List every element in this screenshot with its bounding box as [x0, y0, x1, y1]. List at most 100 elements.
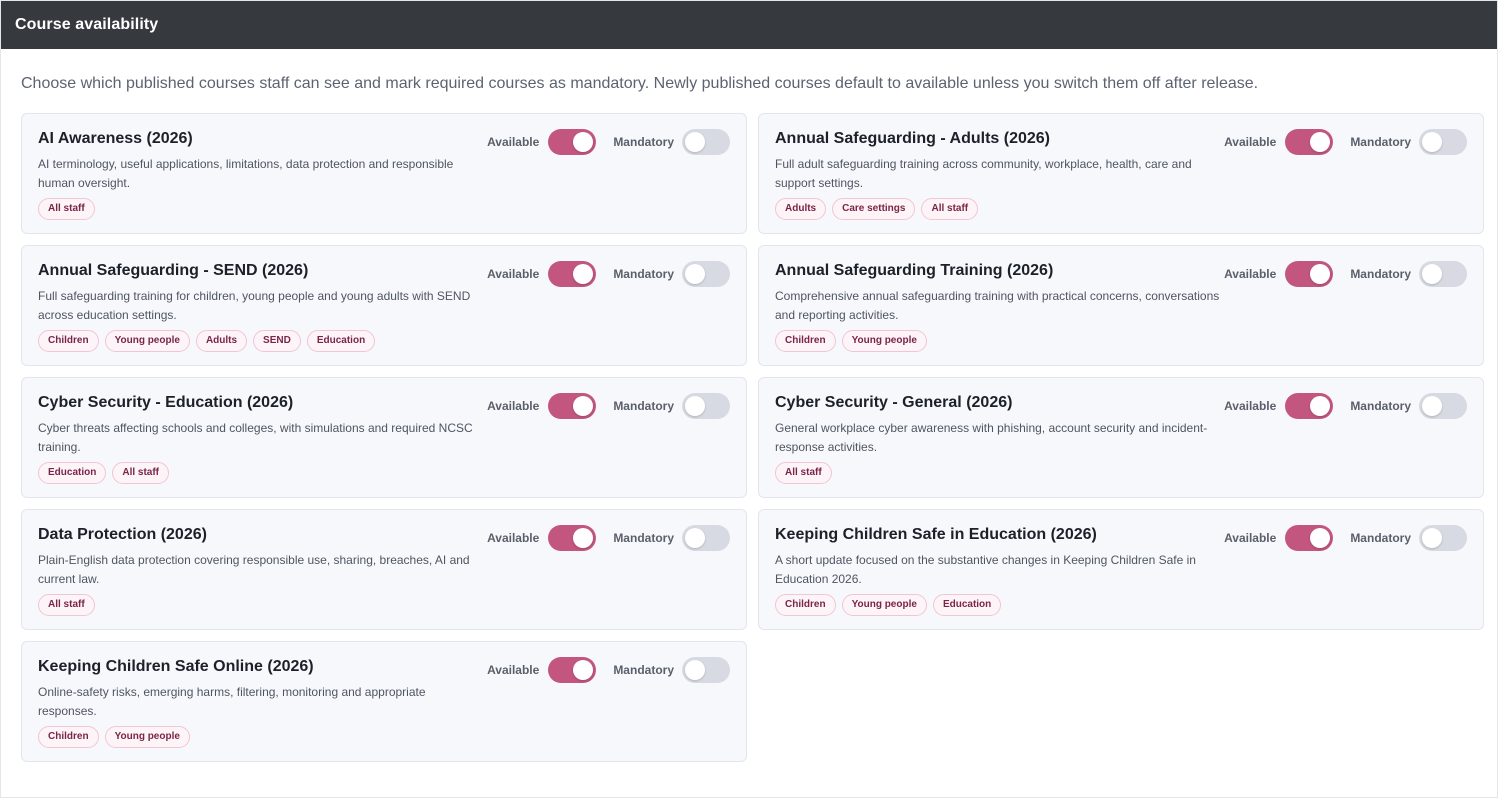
toggle-knob [1310, 528, 1331, 548]
course-controls: Available Mandatory [1224, 525, 1467, 551]
audience-tag: Young people [104, 726, 190, 748]
audience-tag: All staff [775, 462, 832, 484]
course-controls: Available Mandatory [1224, 129, 1467, 155]
toggle-knob [1310, 396, 1331, 416]
toggle-knob [685, 660, 705, 680]
mandatory-label: Mandatory [613, 267, 674, 281]
available-label: Available [487, 267, 540, 281]
available-toggle[interactable] [1285, 525, 1334, 551]
toggle-knob [573, 264, 594, 284]
course-controls: Available Mandatory [487, 261, 730, 287]
course-title: Keeping Children Safe Online (2026) [38, 658, 314, 675]
available-label: Available [487, 531, 540, 545]
toggle-knob [685, 528, 705, 548]
course-card: Annual Safeguarding - SEND (2026) Full s… [21, 245, 747, 366]
mandatory-toggle[interactable] [682, 129, 730, 155]
course-description: Full adult safeguarding training across … [775, 157, 1192, 190]
course-controls: Available Mandatory [487, 657, 730, 683]
audience-tag: Young people [841, 330, 927, 352]
audience-tag: Young people [104, 330, 190, 352]
available-toggle[interactable] [548, 657, 597, 683]
mandatory-toggle[interactable] [682, 261, 730, 287]
toggle-knob [1310, 264, 1331, 284]
toggle-knob [573, 660, 594, 680]
audience-tag: Education [38, 462, 107, 484]
mandatory-label: Mandatory [1350, 399, 1411, 413]
course-card: Cyber Security - Education (2026) Cyber … [21, 377, 747, 498]
course-description: AI terminology, useful applications, lim… [38, 157, 454, 190]
course-tags: Children Young people Education [775, 594, 1002, 616]
course-card: Annual Safeguarding Training (2026) Comp… [758, 245, 1484, 366]
audience-tag: Children [38, 330, 99, 352]
available-toggle[interactable] [1285, 261, 1334, 287]
toggle-knob [685, 264, 705, 284]
toggle-knob [1310, 132, 1331, 152]
panel-header: Course availability [1, 1, 1497, 49]
course-title: Data Protection (2026) [38, 526, 207, 543]
available-toggle[interactable] [548, 261, 597, 287]
available-toggle[interactable] [548, 393, 597, 419]
mandatory-toggle[interactable] [1419, 261, 1467, 287]
mandatory-label: Mandatory [613, 399, 674, 413]
mandatory-toggle[interactable] [682, 525, 730, 551]
audience-tag: All staff [921, 198, 979, 220]
course-description: General workplace cyber awareness with p… [775, 421, 1208, 454]
mandatory-label: Mandatory [1350, 531, 1411, 545]
available-label: Available [1224, 267, 1277, 281]
course-description: Comprehensive annual safeguarding traini… [775, 289, 1220, 322]
course-tags: All staff [775, 462, 832, 484]
mandatory-toggle[interactable] [1419, 129, 1467, 155]
mandatory-toggle[interactable] [1419, 525, 1467, 551]
course-card: Keeping Children Safe in Education (2026… [758, 509, 1484, 630]
mandatory-toggle[interactable] [1419, 393, 1467, 419]
mandatory-label: Mandatory [613, 663, 674, 677]
course-title: Annual Safeguarding Training (2026) [775, 262, 1054, 279]
mandatory-toggle[interactable] [682, 393, 730, 419]
toggle-knob [685, 132, 705, 152]
course-card: Annual Safeguarding - Adults (2026) Full… [758, 113, 1484, 234]
audience-tag: Children [775, 330, 836, 352]
course-availability-panel: Course availability Choose which publish… [0, 0, 1498, 798]
audience-tag: Education [306, 330, 376, 352]
audience-tag: SEND [253, 330, 301, 352]
course-card: Data Protection (2026) Plain-English dat… [21, 509, 747, 630]
course-grid: AI Awareness (2026) AI terminology, usef… [21, 113, 1484, 762]
available-label: Available [1224, 399, 1277, 413]
course-title: Keeping Children Safe in Education (2026… [775, 526, 1097, 543]
course-tags: All staff [38, 198, 95, 220]
mandatory-label: Mandatory [613, 135, 674, 149]
available-toggle[interactable] [1285, 129, 1334, 155]
audience-tag: All staff [38, 198, 95, 220]
available-toggle[interactable] [548, 525, 597, 551]
course-title: Annual Safeguarding - Adults (2026) [775, 130, 1050, 147]
audience-tag: Adults [195, 330, 248, 352]
toggle-knob [1422, 396, 1442, 416]
mandatory-toggle[interactable] [682, 657, 730, 683]
course-card: Keeping Children Safe Online (2026) Onli… [21, 641, 747, 762]
toggle-knob [573, 528, 594, 548]
intro-text: Choose which published courses staff can… [21, 75, 1259, 92]
available-label: Available [487, 135, 540, 149]
audience-tag: Education [932, 594, 1002, 616]
course-controls: Available Mandatory [487, 525, 730, 551]
available-toggle[interactable] [1285, 393, 1334, 419]
toggle-knob [685, 396, 705, 416]
mandatory-label: Mandatory [1350, 135, 1411, 149]
audience-tag: Children [38, 726, 99, 748]
course-card: AI Awareness (2026) AI terminology, usef… [21, 113, 747, 234]
audience-tag: Young people [841, 594, 927, 616]
toggle-knob [1422, 132, 1442, 152]
available-label: Available [1224, 531, 1277, 545]
audience-tag: Children [775, 594, 836, 616]
audience-tag: All staff [112, 462, 170, 484]
course-tags: Adults Care settings All staff [775, 198, 979, 220]
available-toggle[interactable] [548, 129, 597, 155]
course-card: Cyber Security - General (2026) General … [758, 377, 1484, 498]
available-label: Available [487, 663, 540, 677]
toggle-knob [1422, 528, 1442, 548]
available-label: Available [1224, 135, 1277, 149]
course-description: Plain-English data protection covering r… [38, 553, 470, 586]
audience-tag: Adults [775, 198, 827, 220]
course-title: Cyber Security - Education (2026) [38, 394, 294, 411]
course-controls: Available Mandatory [487, 393, 730, 419]
